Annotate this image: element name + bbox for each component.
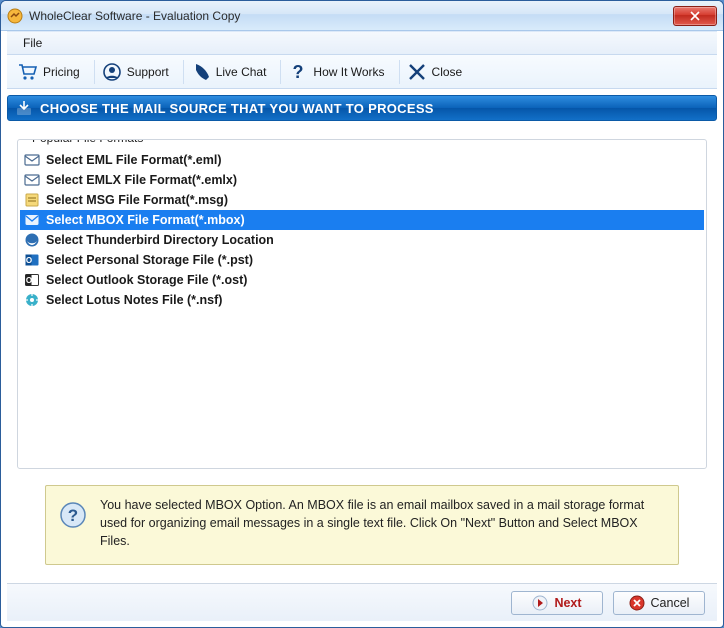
file-format-group-title: Popular File Formats	[28, 139, 147, 145]
headset-icon	[101, 61, 123, 83]
toolbar-separator	[94, 60, 95, 84]
file-format-option[interactable]: Select MSG File Format(*.msg)	[20, 190, 704, 210]
toolbar-support-label: Support	[127, 65, 169, 79]
help-icon: ?	[60, 502, 86, 528]
cart-icon	[17, 61, 39, 83]
next-button[interactable]: Next	[511, 591, 603, 615]
mbox-icon	[24, 212, 40, 228]
ost-icon: O	[24, 272, 40, 288]
toolbar-livechat-button[interactable]: Live Chat	[186, 58, 277, 86]
toolbar: Pricing Support Live Chat	[7, 55, 717, 89]
button-bar: Next Cancel	[7, 583, 717, 621]
toolbar-close-button[interactable]: Close	[402, 58, 473, 86]
svg-text:O: O	[26, 276, 32, 285]
toolbar-howitworks-button[interactable]: ? How It Works	[283, 58, 394, 86]
info-text: You have selected MBOX Option. An MBOX f…	[100, 496, 664, 550]
toolbar-pricing-label: Pricing	[43, 65, 80, 79]
toolbar-pricing-button[interactable]: Pricing	[13, 58, 90, 86]
titlebar: WholeClear Software - Evaluation Copy	[1, 1, 723, 31]
file-format-group: Popular File Formats Select EML File For…	[17, 139, 707, 469]
info-panel: ? You have selected MBOX Option. An MBOX…	[45, 485, 679, 565]
file-format-option[interactable]: Select Thunderbird Directory Location	[20, 230, 704, 250]
thunderbird-icon	[24, 232, 40, 248]
menubar: File	[7, 31, 717, 55]
window-title: WholeClear Software - Evaluation Copy	[29, 9, 673, 23]
toolbar-separator	[280, 60, 281, 84]
msg-icon	[24, 192, 40, 208]
toolbar-support-button[interactable]: Support	[97, 58, 179, 86]
file-format-label: Select EML File Format(*.eml)	[46, 153, 222, 167]
arrow-right-icon	[532, 595, 548, 611]
file-format-label: Select Outlook Storage File (*.ost)	[46, 273, 247, 287]
close-icon	[406, 61, 428, 83]
app-window: WholeClear Software - Evaluation Copy Fi…	[0, 0, 724, 628]
toolbar-livechat-label: Live Chat	[216, 65, 267, 79]
phone-icon	[190, 61, 212, 83]
cancel-icon	[629, 595, 645, 611]
step-banner: CHOOSE THE MAIL SOURCE THAT YOU WANT TO …	[7, 95, 717, 121]
file-format-label: Select EMLX File Format(*.emlx)	[46, 173, 237, 187]
file-format-label: Select Personal Storage File (*.pst)	[46, 253, 253, 267]
next-button-label: Next	[554, 596, 581, 610]
file-format-label: Select MBOX File Format(*.mbox)	[46, 213, 245, 227]
file-format-list: Select EML File Format(*.eml) Select EMLX…	[20, 150, 704, 310]
svg-text:?: ?	[68, 506, 78, 525]
svg-text:?: ?	[293, 62, 304, 82]
file-format-option[interactable]: Select EML File Format(*.eml)	[20, 150, 704, 170]
file-format-label: Select Thunderbird Directory Location	[46, 233, 274, 247]
toolbar-howitworks-label: How It Works	[313, 65, 384, 79]
file-format-option[interactable]: O Select Outlook Storage File (*.ost)	[20, 270, 704, 290]
file-format-label: Select MSG File Format(*.msg)	[46, 193, 228, 207]
toolbar-separator	[183, 60, 184, 84]
pst-icon: O	[24, 252, 40, 268]
file-format-option[interactable]: Select Lotus Notes File (*.nsf)	[20, 290, 704, 310]
file-format-option[interactable]: Select EMLX File Format(*.emlx)	[20, 170, 704, 190]
window-close-button[interactable]	[673, 6, 717, 26]
question-icon: ?	[287, 61, 309, 83]
eml-icon	[24, 152, 40, 168]
toolbar-close-label: Close	[432, 65, 463, 79]
app-icon	[7, 8, 23, 24]
cancel-button-label: Cancel	[651, 596, 690, 610]
file-format-option[interactable]: O Select Personal Storage File (*.pst)	[20, 250, 704, 270]
content-area: CHOOSE THE MAIL SOURCE THAT YOU WANT TO …	[7, 95, 717, 577]
cancel-button[interactable]: Cancel	[613, 591, 705, 615]
file-format-option[interactable]: Select MBOX File Format(*.mbox)	[20, 210, 704, 230]
toolbar-separator	[399, 60, 400, 84]
nsf-icon	[24, 292, 40, 308]
step-banner-text: CHOOSE THE MAIL SOURCE THAT YOU WANT TO …	[40, 101, 434, 116]
emlx-icon	[24, 172, 40, 188]
menu-file[interactable]: File	[15, 34, 50, 52]
file-format-label: Select Lotus Notes File (*.nsf)	[46, 293, 222, 307]
svg-text:O: O	[26, 256, 32, 265]
import-icon	[16, 100, 32, 116]
